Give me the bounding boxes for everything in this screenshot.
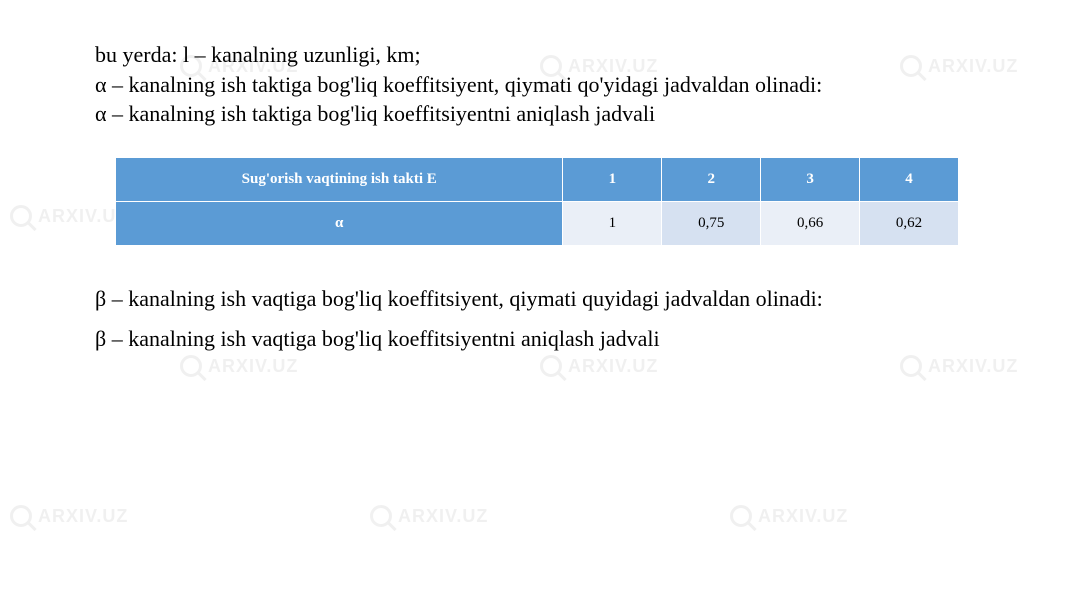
watermark: ARXIV.UZ: [180, 355, 298, 377]
paragraph-line-2: α – kanalning ish taktiga bog'liq koeffi…: [95, 70, 972, 100]
paragraph-line-1: bu yerda: l – kanalning uzunligi, km;: [95, 40, 972, 70]
beta-block: β – kanalning ish vaqtiga bog'liq koeffi…: [95, 284, 972, 314]
paragraph-line-5: β – kanalning ish vaqtiga bog'liq koeffi…: [95, 324, 972, 354]
table-header-col-4: 4: [860, 158, 959, 202]
table-cell-1: 1: [563, 202, 662, 246]
watermark: ARXIV.UZ: [10, 505, 128, 527]
alpha-coefficient-table: Sug'orish vaqtining ish takti E 1 2 3 4 …: [115, 157, 959, 246]
watermark: ARXIV.UZ: [370, 505, 488, 527]
table-cell-3: 0,66: [761, 202, 860, 246]
table-cell-4: 0,62: [860, 202, 959, 246]
table-header-row: Sug'orish vaqtining ish takti E 1 2 3 4: [116, 158, 959, 202]
watermark: ARXIV.UZ: [730, 505, 848, 527]
paragraph-line-4: β – kanalning ish vaqtiga bog'liq koeffi…: [95, 284, 972, 314]
watermark: ARXIV.UZ: [900, 355, 1018, 377]
table-header-col-1: 1: [563, 158, 662, 202]
paragraph-line-3: α – kanalning ish taktiga bog'liq koeffi…: [95, 99, 972, 129]
table-header-label: Sug'orish vaqtining ish takti E: [116, 158, 563, 202]
table-header-col-3: 3: [761, 158, 860, 202]
table-data-row: α 1 0,75 0,66 0,62: [116, 202, 959, 246]
beta-block-2: β – kanalning ish vaqtiga bog'liq koeffi…: [95, 324, 972, 354]
table-cell-2: 0,75: [662, 202, 761, 246]
watermark: ARXIV.UZ: [540, 355, 658, 377]
table-header-col-2: 2: [662, 158, 761, 202]
intro-block: bu yerda: l – kanalning uzunligi, km; α …: [95, 40, 972, 129]
table-row-label: α: [116, 202, 563, 246]
document-content: bu yerda: l – kanalning uzunligi, km; α …: [0, 0, 1067, 353]
